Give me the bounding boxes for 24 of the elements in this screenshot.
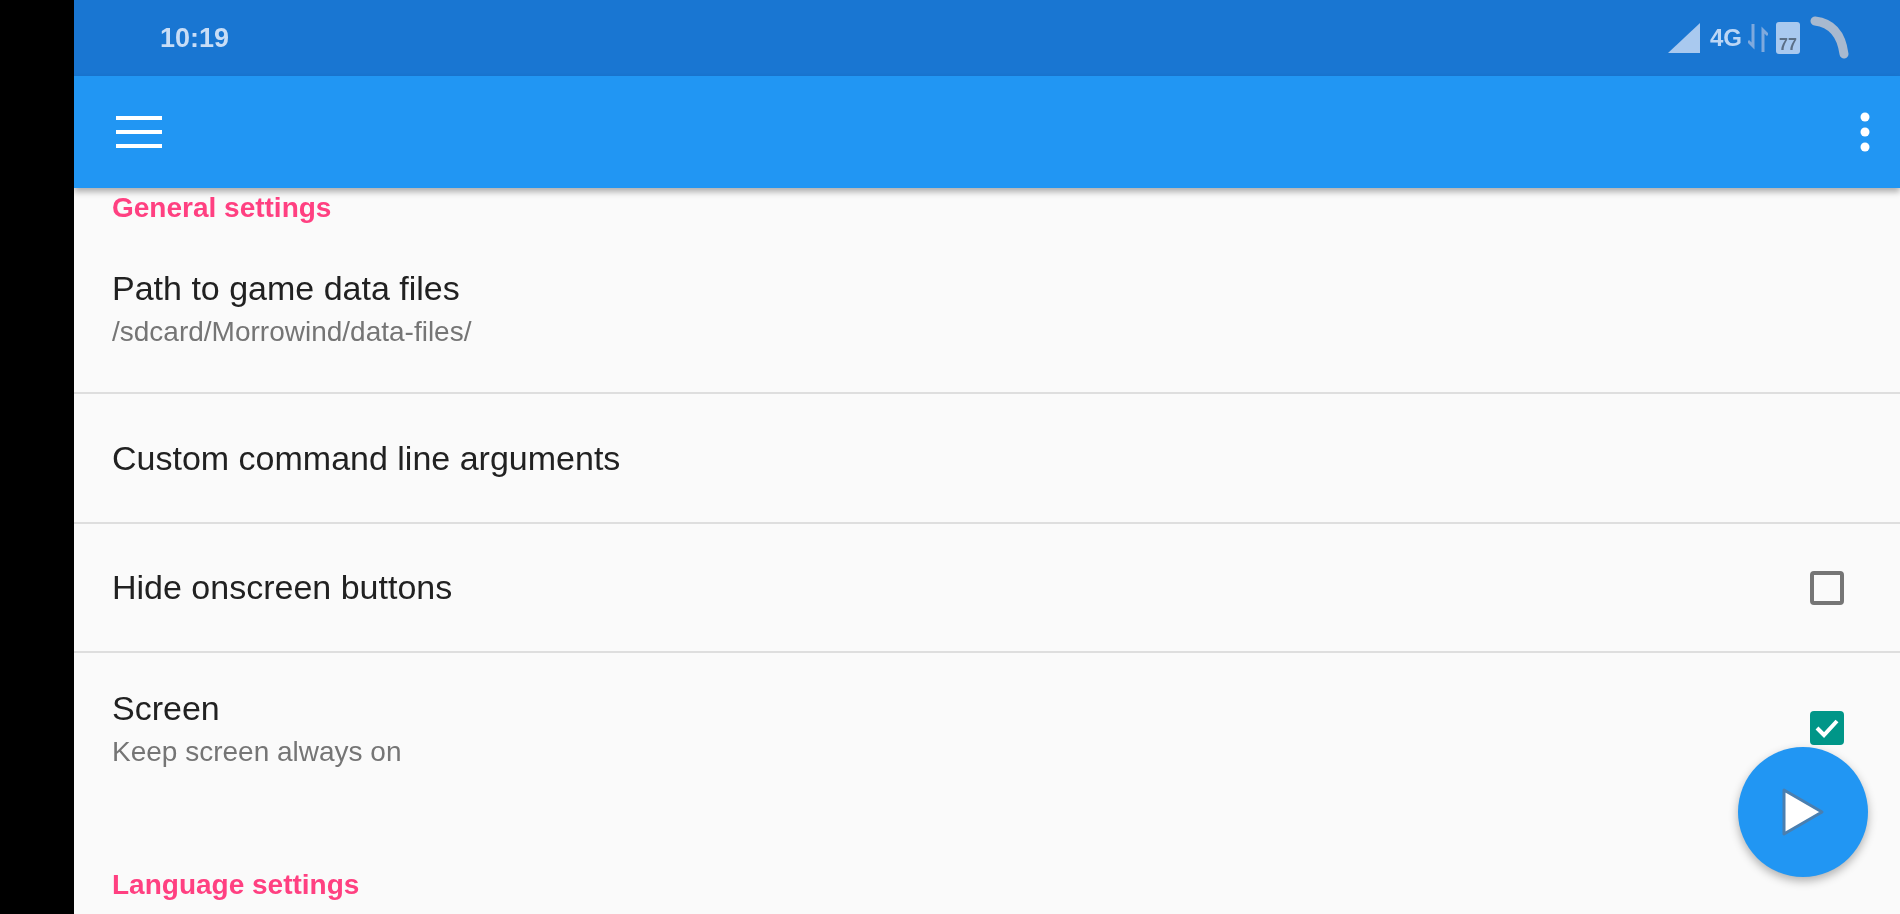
section-header: General settings bbox=[111, 192, 333, 224]
setting-title: Screen bbox=[112, 688, 221, 728]
play-icon bbox=[1780, 787, 1826, 837]
settings-item[interactable]: Hide onscreen buttons bbox=[74, 524, 1900, 653]
setting-summary: /sdcard/Morrowind/data-files/ bbox=[112, 315, 473, 348]
setting-summary: Keep screen always on bbox=[112, 735, 403, 768]
setting-title: Hide onscreen buttons bbox=[112, 568, 454, 607]
battery-icon: 77 bbox=[1776, 22, 1800, 54]
arc-icon bbox=[1810, 16, 1850, 60]
data-arrows-icon bbox=[1748, 24, 1768, 52]
setting-title: Custom command line arguments bbox=[112, 438, 622, 478]
checkbox[interactable] bbox=[1810, 570, 1844, 605]
settings-item[interactable]: Path to game data files /sdcard/Morrowind/data-files/ bbox=[74, 224, 1900, 394]
setting-title: Path to game data files bbox=[112, 268, 461, 308]
section-header: Language settings bbox=[111, 869, 361, 901]
signal-icon bbox=[1668, 23, 1700, 53]
more-options-icon[interactable] bbox=[1860, 112, 1870, 152]
clock-time: 10:19 bbox=[160, 22, 230, 54]
network-type: 4G bbox=[1710, 24, 1742, 52]
menu-icon[interactable] bbox=[116, 115, 162, 149]
settings-item[interactable]: Screen Keep screen always on bbox=[74, 653, 1900, 803]
checkbox[interactable] bbox=[1810, 711, 1844, 745]
play-button[interactable] bbox=[1738, 747, 1868, 877]
settings-item[interactable]: Custom command line arguments bbox=[74, 394, 1900, 524]
